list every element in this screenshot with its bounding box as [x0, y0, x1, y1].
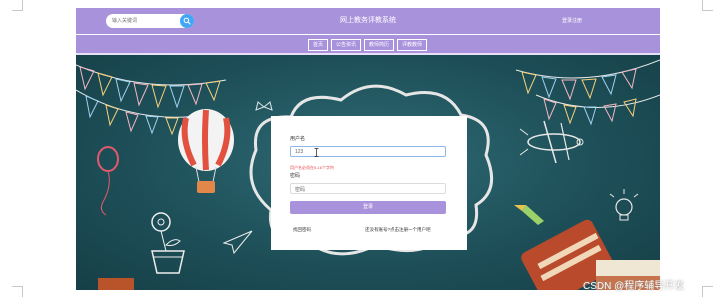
- forgot-password-link[interactable]: 找回密码: [293, 227, 311, 233]
- rocket-icon: [514, 205, 544, 225]
- username-field[interactable]: 123: [290, 146, 446, 157]
- crop-mark-bottom-left: [12, 286, 23, 297]
- username-value: 123: [295, 149, 304, 155]
- watermark: CSDN @程序辅导开发: [583, 281, 685, 292]
- login-register-link[interactable]: 登录注册: [562, 17, 582, 24]
- nav-item-teacher-profiles[interactable]: 教师简历: [364, 39, 395, 51]
- crop-mark-top-left: [12, 0, 23, 11]
- nav-items: 首页 公告资讯 教师简历 评教教师: [308, 39, 430, 51]
- app-window: 网上教务评教系统 登录注册 首页 公告资讯 教师简历 评教教师: [76, 8, 660, 290]
- nav-item-announcements[interactable]: 公告资讯: [331, 39, 362, 51]
- header-bar: 网上教务评教系统 登录注册: [76, 8, 660, 34]
- password-field[interactable]: 密码: [290, 183, 446, 194]
- nav-item-home[interactable]: 首页: [308, 39, 329, 51]
- password-label: 密码: [290, 173, 301, 179]
- password-placeholder: 密码: [295, 187, 306, 193]
- username-label: 用户名: [290, 136, 306, 142]
- login-panel: 用户名 123 用户名必须在5-16个字符 密码 密码 登录 找回密码 还没有账…: [271, 116, 467, 250]
- hot-air-balloon-icon: [178, 109, 234, 193]
- airplane-icon: [519, 120, 584, 164]
- register-link[interactable]: 还没有账号?点击注册一个用户吧: [365, 227, 431, 233]
- nav-bar: 首页 公告资讯 教师简历 评教教师: [76, 34, 660, 55]
- crop-mark-top-right: [702, 0, 713, 11]
- username-error: 用户名必须在5-16个字符: [290, 165, 335, 170]
- flower-pot-icon: [151, 212, 185, 274]
- light-bulb-icon: [609, 189, 639, 221]
- background-illustration: 用户名 123 用户名必须在5-16个字符 密码 密码 登录 找回密码 还没有账…: [76, 55, 660, 290]
- crop-mark-bottom-right: [702, 286, 713, 297]
- nav-item-evaluate-teachers[interactable]: 评教教师: [397, 39, 428, 51]
- text-cursor-icon: [314, 148, 319, 157]
- login-button[interactable]: 登录: [290, 201, 446, 214]
